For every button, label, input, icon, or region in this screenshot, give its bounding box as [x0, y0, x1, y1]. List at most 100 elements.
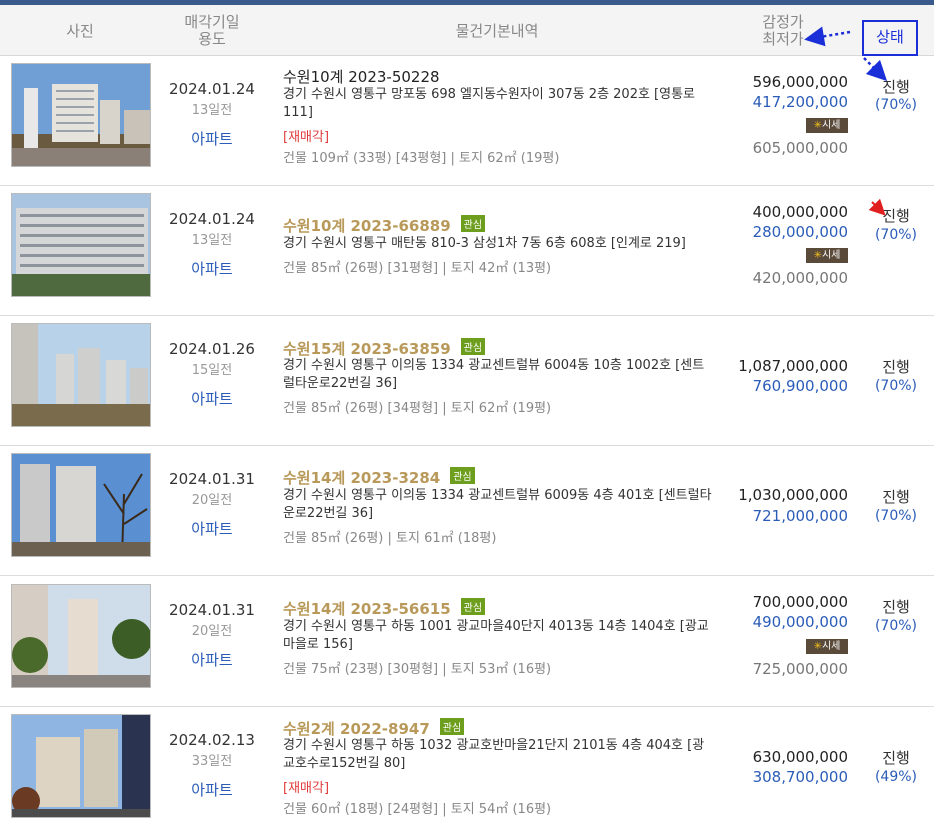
- usage-link[interactable]: 아파트: [162, 128, 262, 149]
- market-icon: ✳: [813, 120, 822, 131]
- days-ago: 13일전: [191, 233, 233, 248]
- minimum-price: 760,900,000: [752, 377, 848, 395]
- case-number[interactable]: 수원14계 2023-3284: [283, 469, 440, 487]
- sale-date: 2024.01.31: [169, 470, 255, 488]
- table-row[interactable]: 2024.01.31 20일전 아파트 수원14계 2023-56615 관심 경…: [0, 577, 934, 707]
- table-row[interactable]: 2024.01.31 20일전 아파트 수원14계 2023-3284 관심 경기…: [0, 446, 934, 576]
- header-date[interactable]: 매각기일: [162, 14, 262, 31]
- header-date-usage[interactable]: 매각기일 용도: [162, 14, 262, 48]
- area-info: 건물 109㎡ (33평) [43평형] | 토지 62㎡ (19평): [283, 151, 560, 166]
- property-photo[interactable]: [11, 714, 151, 818]
- case-number[interactable]: 수원14계 2023-56615: [283, 600, 451, 618]
- case-number[interactable]: 수원15계 2023-63859: [283, 340, 451, 358]
- days-ago: 33일전: [191, 754, 233, 769]
- minimum-price: 308,700,000: [752, 768, 848, 786]
- case-number-link[interactable]: 수원2계 2022-8947 관심: [283, 718, 465, 739]
- sale-date: 2024.01.24: [169, 80, 255, 98]
- days-ago: 20일전: [191, 493, 233, 508]
- area-info: 건물 75㎡ (23평) [30평형] | 토지 53㎡ (16평): [283, 662, 552, 677]
- appraisal-price: 1,087,000,000: [738, 357, 848, 375]
- days-ago: 15일전: [191, 363, 233, 378]
- table-header: 사진 매각기일 용도 물건기본내역 감정가 최저가 상태: [0, 5, 934, 56]
- minimum-price: 280,000,000: [752, 223, 848, 241]
- case-number-link[interactable]: 수원10계 2023-50228: [283, 66, 440, 87]
- address: 경기 수원시 영통구 매탄동 810-3 삼성1차 7동 6층 608호 [인계…: [283, 236, 686, 251]
- status-percent: (70%): [874, 508, 918, 524]
- interest-badge[interactable]: 관심: [450, 467, 475, 484]
- market-price: 605,000,000: [752, 139, 848, 157]
- status-percent: (70%): [874, 227, 918, 243]
- address: 경기 수원시 영통구 하동 1001 광교마을40단지 4013동 14층 14…: [283, 619, 709, 652]
- market-price: 420,000,000: [752, 269, 848, 287]
- table-row[interactable]: 2024.01.26 15일전 아파트 수원15계 2023-63859 관심 경…: [0, 316, 934, 446]
- sale-date: 2024.01.26: [169, 340, 255, 358]
- property-photo[interactable]: [11, 453, 151, 557]
- appraisal-price: 596,000,000: [752, 73, 848, 91]
- status-text: 진행: [882, 488, 910, 506]
- interest-badge[interactable]: 관심: [460, 598, 486, 615]
- table-row[interactable]: 2024.02.13 33일전 아파트 수원2계 2022-8947 관심 경기 …: [0, 707, 934, 826]
- case-number-link[interactable]: 수원14계 2023-56615 관심: [283, 598, 486, 619]
- usage-link[interactable]: 아파트: [162, 388, 262, 409]
- case-number-link[interactable]: 수원14계 2023-3284 관심: [283, 467, 475, 488]
- usage-link[interactable]: 아파트: [162, 518, 262, 539]
- usage-link[interactable]: 아파트: [162, 779, 262, 800]
- sale-date: 2024.01.31: [169, 601, 255, 619]
- property-photo[interactable]: [11, 63, 151, 167]
- minimum-price: 721,000,000: [752, 507, 848, 525]
- status-percent: (70%): [874, 97, 918, 113]
- appraisal-price: 630,000,000: [752, 748, 848, 766]
- status-percent: (70%): [874, 618, 918, 634]
- case-number[interactable]: 수원2계 2022-8947: [283, 720, 430, 738]
- market-icon: ✳: [813, 641, 822, 652]
- header-photo: 사진: [66, 22, 94, 40]
- case-number-link[interactable]: 수원10계 2023-66889 관심: [283, 215, 486, 236]
- status-percent: (70%): [874, 378, 918, 394]
- minimum-price: 490,000,000: [752, 613, 848, 631]
- property-photo[interactable]: [11, 323, 151, 427]
- usage-link[interactable]: 아파트: [162, 258, 262, 279]
- status-percent: (49%): [874, 769, 918, 785]
- market-label: 시세: [821, 641, 841, 652]
- address: 경기 수원시 영통구 이의동 1334 광교센트럴뷰 6004동 10층 100…: [283, 358, 705, 391]
- status-text: 진행: [882, 358, 910, 376]
- case-number[interactable]: 수원10계 2023-50228: [283, 68, 440, 86]
- sale-date: 2024.01.24: [169, 210, 255, 228]
- address: 경기 수원시 영통구 하동 1032 광교호반마을21단지 2101동 4층 4…: [283, 738, 705, 771]
- header-appraisal[interactable]: 감정가: [738, 14, 828, 31]
- appraisal-price: 1,030,000,000: [738, 486, 848, 504]
- market-icon: ✳: [813, 250, 822, 261]
- property-photo[interactable]: [11, 584, 151, 688]
- address: 경기 수원시 영통구 이의동 1334 광교센트럴뷰 6009동 4층 401호…: [283, 488, 712, 521]
- appraisal-price: 400,000,000: [752, 203, 848, 221]
- case-number[interactable]: 수원10계 2023-66889: [283, 217, 451, 235]
- usage-link[interactable]: 아파트: [162, 649, 262, 670]
- header-price[interactable]: 감정가 최저가: [738, 14, 828, 48]
- resale-tag: [재매각]: [283, 130, 330, 145]
- interest-badge[interactable]: 관심: [439, 718, 465, 735]
- header-info: 물건기본내역: [455, 22, 539, 40]
- header-minimum[interactable]: 최저가: [738, 31, 828, 48]
- market-price-button[interactable]: ✳시세: [806, 248, 848, 263]
- status-text: 진행: [882, 749, 910, 767]
- status-text: 진행: [882, 78, 910, 96]
- address: 경기 수원시 영통구 망포동 698 엘지동수원자이 307동 2층 202호 …: [283, 87, 696, 120]
- table-row[interactable]: 2024.01.24 13일전 아파트 수원10계 2023-66889 관심 경…: [0, 186, 934, 316]
- interest-badge[interactable]: 관심: [460, 215, 486, 232]
- header-usage[interactable]: 용도: [162, 31, 262, 48]
- status-text: 진행: [882, 598, 910, 616]
- table-row[interactable]: 2024.01.24 13일전 아파트 수원10계 2023-50228 경기 …: [0, 56, 934, 186]
- interest-badge[interactable]: 관심: [460, 338, 486, 355]
- area-info: 건물 85㎡ (26평) [34평형] | 토지 62㎡ (19평): [283, 401, 552, 416]
- area-info: 건물 85㎡ (26평) [31평형] | 토지 42㎡ (13평): [283, 261, 552, 276]
- header-status[interactable]: 상태: [862, 20, 918, 56]
- market-price-button[interactable]: ✳시세: [806, 639, 848, 654]
- market-price: 725,000,000: [752, 660, 848, 678]
- status-text: 진행: [882, 207, 910, 225]
- property-photo[interactable]: [11, 193, 151, 297]
- sale-date: 2024.02.13: [169, 731, 255, 749]
- case-number-link[interactable]: 수원15계 2023-63859 관심: [283, 338, 486, 359]
- market-label: 시세: [821, 120, 841, 131]
- market-price-button[interactable]: ✳시세: [806, 118, 848, 133]
- area-info: 건물 85㎡ (26평) | 토지 61㎡ (18평): [283, 531, 497, 546]
